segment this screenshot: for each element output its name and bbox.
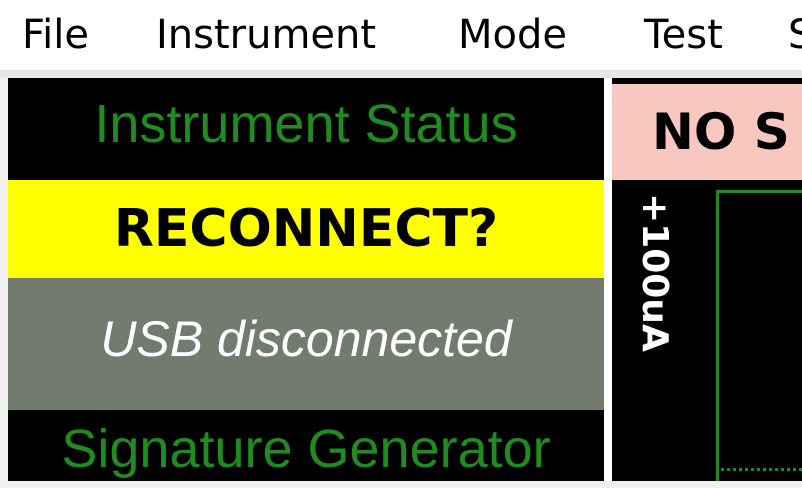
- menu-separator: [0, 70, 802, 78]
- plot-y-axis: [716, 190, 719, 481]
- menu-test[interactable]: Test: [644, 6, 723, 64]
- menu-mode[interactable]: Mode: [458, 6, 567, 64]
- signature-generator-title: Signature Generator: [8, 410, 604, 481]
- no-signal-banner: NO S: [612, 84, 802, 180]
- menu-instrument[interactable]: Instrument: [156, 6, 376, 64]
- signal-display-panel: NO S +100uA: [612, 78, 802, 481]
- menu-truncated-item[interactable]: S: [788, 6, 802, 64]
- instrument-status-title: Instrument Status: [8, 78, 604, 180]
- menu-bar: File Instrument Mode Test S: [0, 0, 802, 70]
- panel-divider: [604, 78, 612, 481]
- instrument-panel: Instrument Status RECONNECT? USB disconn…: [8, 78, 604, 481]
- plot-top-border: [716, 190, 802, 193]
- y-range-label: +100uA: [634, 193, 675, 352]
- plot-grid-line: [716, 468, 802, 471]
- usb-status-text: USB disconnected: [8, 278, 604, 410]
- reconnect-button[interactable]: RECONNECT?: [8, 180, 604, 278]
- menu-file[interactable]: File: [22, 6, 89, 64]
- plot-area: [716, 190, 802, 481]
